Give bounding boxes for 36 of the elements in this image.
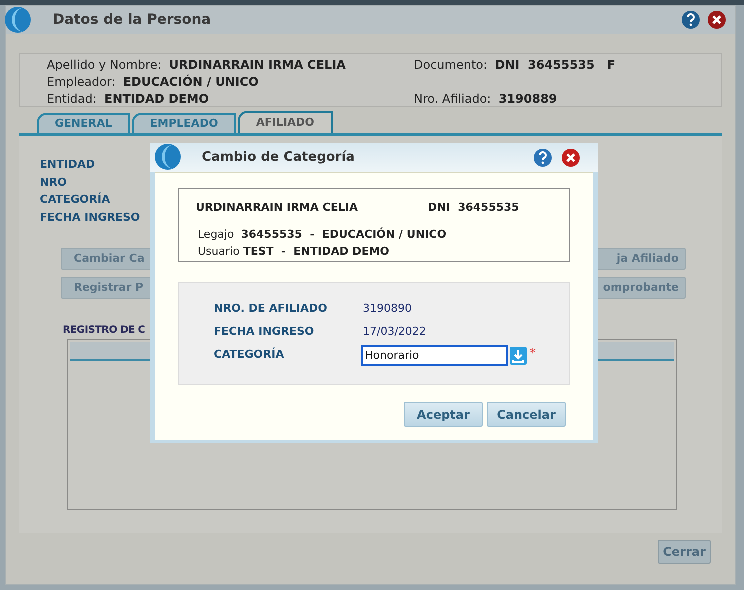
close-button[interactable]: Cerrar: [658, 540, 711, 564]
logo-icon: [154, 143, 182, 171]
dialog-title: Cambio de Categoría: [202, 148, 355, 167]
help-icon[interactable]: [533, 148, 553, 168]
close-icon[interactable]: [707, 10, 727, 30]
close-icon[interactable]: [561, 148, 581, 168]
person-field: Documento: DNI 36455535 F: [414, 57, 721, 74]
dialog-button[interactable]: Aceptar: [404, 402, 483, 427]
form-value: 3190890: [363, 301, 412, 317]
person-name: URDINARRAIN IRMA CELIA: [196, 200, 359, 216]
field-label: ENTIDAD: [40, 157, 96, 173]
document-number: DNI 36455535: [428, 200, 520, 216]
dialog-button[interactable]: Cancelar: [487, 402, 566, 427]
category-field[interactable]: Honorario: [361, 345, 508, 366]
section-title: REGISTRO DE C: [63, 324, 146, 338]
required-mark: *: [530, 344, 536, 362]
help-icon[interactable]: [681, 10, 701, 30]
form-label: NRO. DE AFILIADO: [214, 301, 328, 317]
window-title: Datos de la Persona: [53, 10, 212, 30]
usuario-line: Usuario TEST - ENTIDAD DEMO: [198, 244, 391, 260]
form-label: CATEGORÍA: [214, 347, 286, 364]
person-field: Empleador: EDUCACIÓN / UNICO: [47, 74, 414, 91]
field-label: NRO: [40, 174, 68, 190]
tab[interactable]: GENERAL: [37, 113, 130, 133]
field-label: FECHA INGRESO: [40, 210, 140, 226]
tab[interactable]: AFILIADO: [238, 111, 333, 133]
form-value: 17/03/2022: [363, 324, 426, 340]
download-icon[interactable]: [510, 346, 527, 364]
person-field: Apellido y Nombre: URDINARRAIN IRMA CELIA: [47, 57, 414, 74]
form-label: FECHA INGRESO: [214, 324, 316, 340]
logo-icon: [4, 6, 32, 34]
person-field: Nro. Afiliado: 3190889: [414, 91, 721, 108]
person-field: Entidad: ENTIDAD DEMO: [47, 91, 414, 108]
field-label: CATEGORÍA: [40, 192, 110, 208]
legajo-line: Legajo 36455535 - EDUCACIÓN / UNICO: [198, 226, 448, 242]
tab[interactable]: EMPLEADO: [132, 113, 236, 133]
